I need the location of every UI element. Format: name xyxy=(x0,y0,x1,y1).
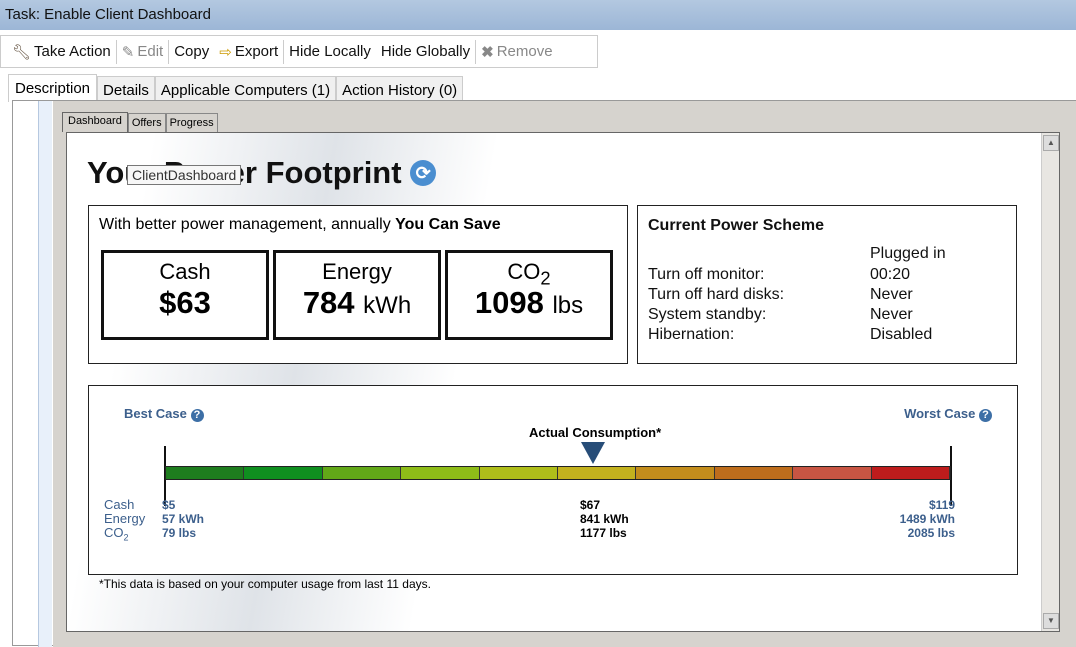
worst-values: $119 1489 kWh 2085 lbs xyxy=(899,498,955,540)
tab-offers[interactable]: Offers xyxy=(127,113,166,132)
scale-segment xyxy=(479,467,558,479)
tab-dashboard[interactable]: Dashboard xyxy=(62,112,128,132)
toolbar: 🔧︎ Take Action ✎ Edit Copy ⇨ Export Hide Lo… xyxy=(0,35,598,68)
edit-button[interactable]: ✎ Edit xyxy=(117,43,168,61)
co2-kpi: CO2 1098 lbs xyxy=(445,250,613,340)
tab-description[interactable]: Description xyxy=(8,74,98,102)
consumption-scale xyxy=(165,466,951,480)
help-icon[interactable]: ? xyxy=(190,409,204,422)
scheme-row: Hibernation: Disabled xyxy=(648,326,933,343)
take-action-button[interactable]: 🔧︎ Take Action xyxy=(7,43,116,61)
vertical-scrollbar[interactable]: ▲ ▼ xyxy=(1041,133,1059,631)
wrench-icon: 🔧︎ xyxy=(12,43,32,61)
pencil-icon: ✎ xyxy=(121,43,135,61)
energy-kpi: Energy 784 kWh xyxy=(273,250,441,340)
scale-segment xyxy=(636,467,715,479)
tab-applicable-computers[interactable]: Applicable Computers (1) xyxy=(154,76,337,102)
scroll-down-icon[interactable]: ▼ xyxy=(1043,613,1059,629)
footnote: *This data is based on your computer usa… xyxy=(99,577,431,591)
copy-button[interactable]: Copy xyxy=(169,43,214,60)
export-icon: ⇨ xyxy=(219,43,232,61)
dashboard-tabs: Dashboard Offers Progress xyxy=(62,112,218,132)
help-icon[interactable]: ? xyxy=(979,409,992,422)
refresh-icon[interactable]: ⟳ xyxy=(410,160,437,186)
main-tabs: Description Details Applicable Computers… xyxy=(8,74,464,102)
scheme-row: System standby: Never xyxy=(648,306,913,323)
scale-segment xyxy=(244,467,323,479)
x-icon: ✖ xyxy=(481,43,494,61)
scale-segment xyxy=(401,467,480,479)
scroll-up-icon[interactable]: ▲ xyxy=(1043,135,1059,151)
hide-locally-button[interactable]: Hide Locally xyxy=(284,43,376,60)
actual-label: Actual Consumption* xyxy=(529,425,662,440)
actual-marker-icon xyxy=(581,442,606,464)
scheme-row: Turn off hard disks: Never xyxy=(648,286,913,303)
scale-segment xyxy=(871,467,950,479)
savings-panel: With better power management, annually Y… xyxy=(88,205,628,364)
scale-segment xyxy=(714,467,794,479)
window-title: Task: Enable Client Dashboard xyxy=(0,0,1076,30)
best-values: $5 57 kWh 79 lbs xyxy=(162,498,205,540)
hide-globally-button[interactable]: Hide Globally xyxy=(376,43,475,60)
cash-kpi: Cash $63 xyxy=(101,250,269,340)
consumption-panel: Best Case ? Worst Case ? Actual Consumpt… xyxy=(88,385,1018,575)
tab-details[interactable]: Details xyxy=(97,76,155,102)
scheme-row: Turn off monitor: 00:20 xyxy=(648,266,911,283)
actual-values: $67 841 kWh 1177 lbs xyxy=(580,498,629,540)
tab-progress[interactable]: Progress xyxy=(165,113,218,132)
scale-segment xyxy=(558,467,637,479)
power-scheme-panel: Current Power Scheme Plugged in Turn off… xyxy=(637,205,1017,364)
tab-action-history[interactable]: Action History (0) xyxy=(336,76,464,102)
dashboard-frame: Your Power Footprint ⟳ ClientDashboard W… xyxy=(66,132,1060,632)
tooltip: ClientDashboard xyxy=(127,165,242,185)
export-button[interactable]: ⇨ Export xyxy=(214,43,283,61)
remove-button[interactable]: ✖ Remove xyxy=(476,43,557,61)
scale-segment xyxy=(166,467,245,479)
scale-segment xyxy=(322,467,402,479)
scale-segment xyxy=(793,467,872,479)
